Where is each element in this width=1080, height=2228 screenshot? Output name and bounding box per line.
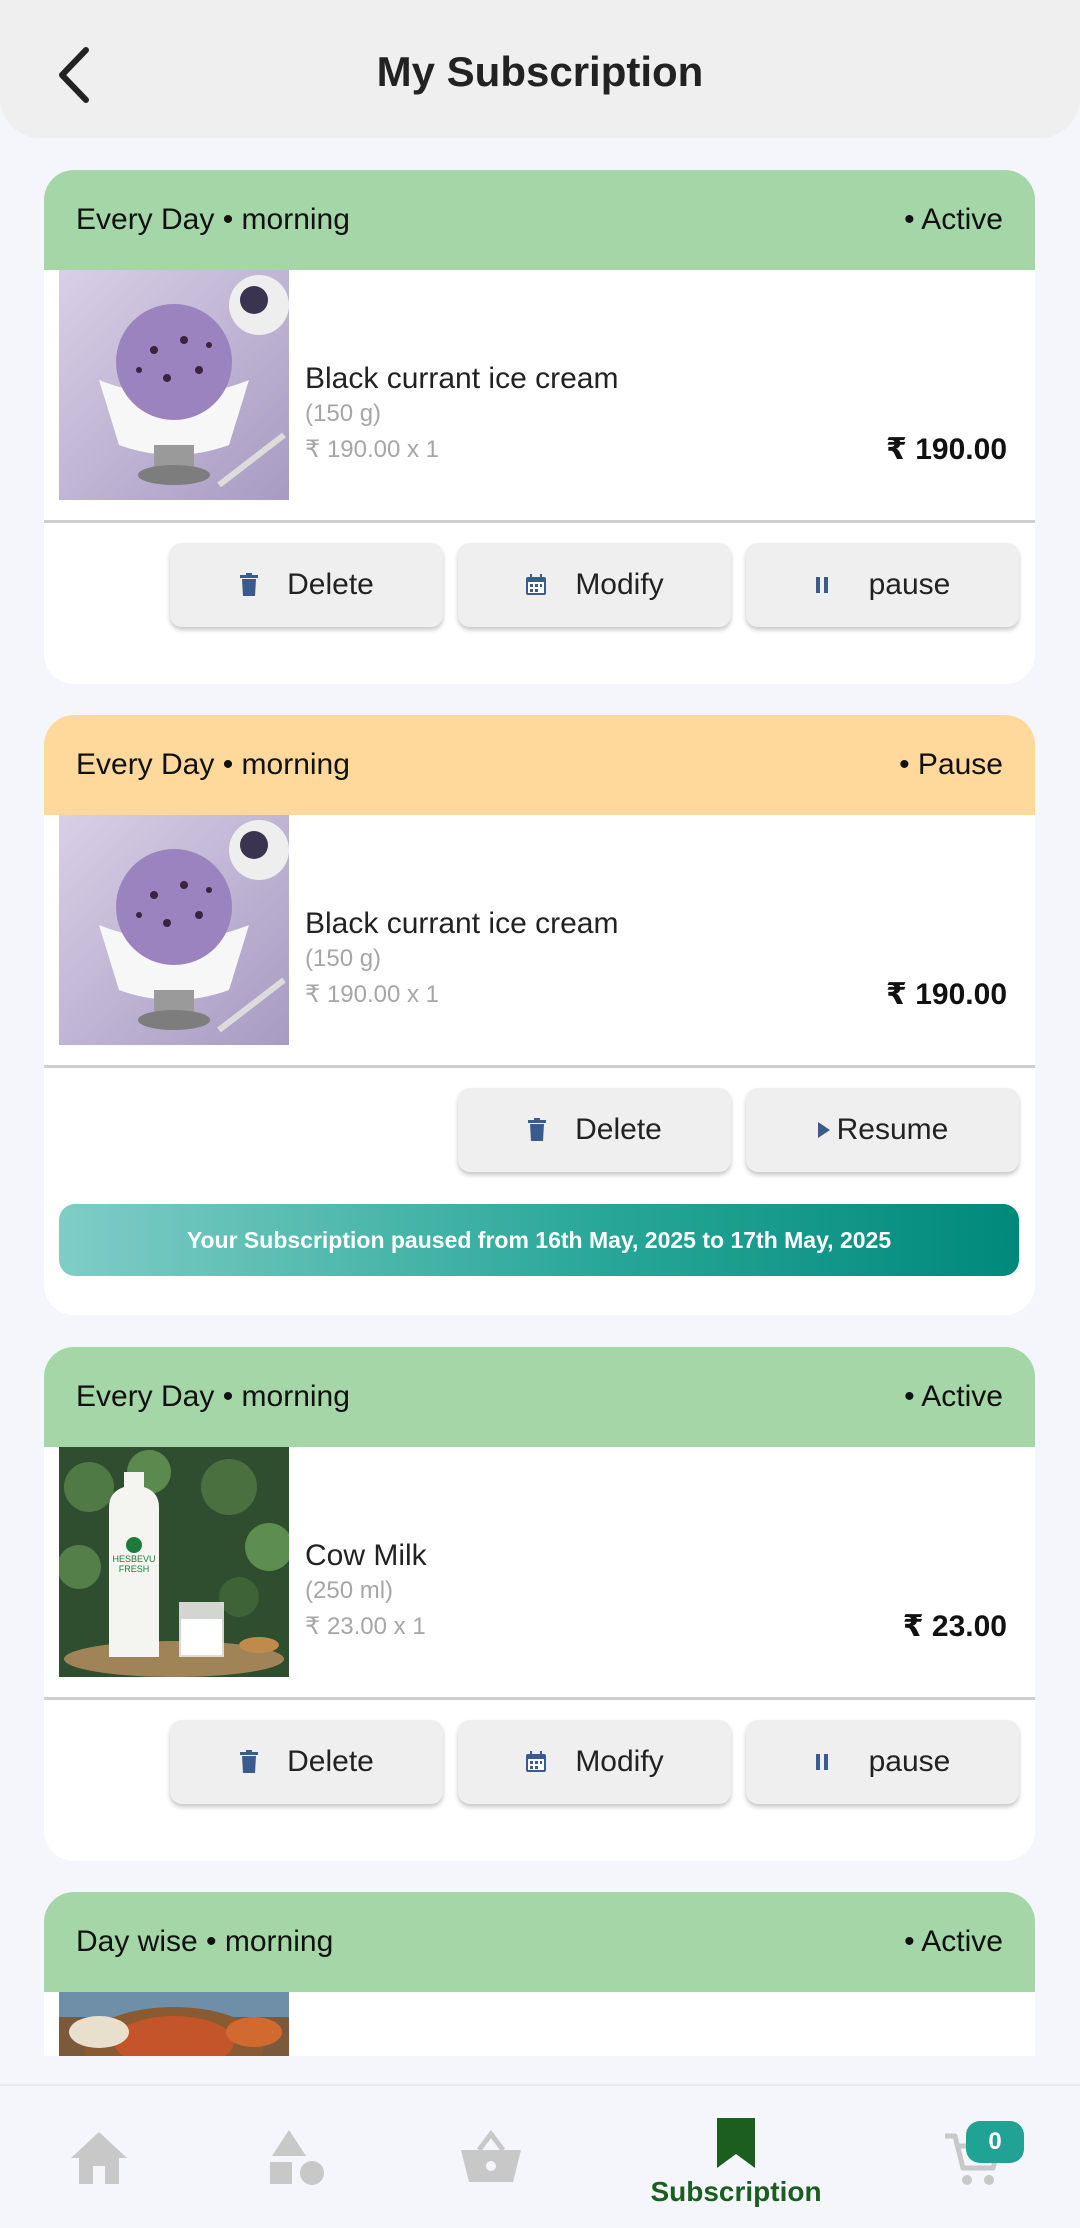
subscription-card: Every Day • morning • Active Black curra… <box>44 170 1035 684</box>
schedule-label: Every Day • morning <box>76 748 350 781</box>
delete-button[interactable]: Delete <box>170 543 443 627</box>
pause-icon <box>815 1753 829 1771</box>
card-header: Every Day • morning • Active <box>44 170 1035 270</box>
schedule-label: Every Day • morning <box>76 203 350 236</box>
delete-button[interactable]: Delete <box>458 1088 731 1172</box>
card-actions: Delete Modify pause <box>44 523 1035 663</box>
app-bar: My Subscription <box>0 0 1080 138</box>
nav-basket[interactable] <box>456 2086 526 2228</box>
bookmark-icon <box>717 2118 755 2168</box>
status-badge: • Active <box>904 1380 1003 1413</box>
product-quantity: (150 g) <box>305 945 382 972</box>
product-name: Cow Milk <box>305 1539 427 1572</box>
svg-text:FRESH: FRESH <box>119 1564 150 1574</box>
trash-icon <box>239 1750 259 1774</box>
calendar-icon <box>525 1751 547 1773</box>
status-badge: • Active <box>904 1925 1003 1958</box>
bottom-nav: Subscription <box>0 2084 1080 2228</box>
product-quantity: (150 g) <box>305 400 382 427</box>
subscription-item: Black currant ice cream (150 g) ₹ 190.00… <box>44 270 1035 500</box>
pause-label: pause <box>868 1745 951 1778</box>
delete-button[interactable]: Delete <box>170 1720 443 1804</box>
modify-label: Modify <box>575 568 664 601</box>
unit-price: ₹ 190.00 x 1 <box>305 981 440 1008</box>
nav-subscription-label: Subscription <box>650 2176 822 2207</box>
subscription-card: Every Day • morning • Active HESBEVU FRE… <box>44 1347 1035 1861</box>
resume-label: Resume <box>836 1113 949 1146</box>
svg-text:HESBEVU: HESBEVU <box>112 1554 155 1564</box>
nav-home[interactable] <box>62 2086 136 2228</box>
subscription-item: HESBEVU FRESH Cow Milk (250 ml) ₹ 23.00 … <box>44 1447 1035 1677</box>
cart-count-badge: 0 <box>966 2121 1024 2163</box>
trash-icon <box>239 573 259 597</box>
card-header: Every Day • morning • Pause <box>44 715 1035 815</box>
product-image: HESBEVU FRESH <box>59 1447 289 1677</box>
modify-button[interactable]: Modify <box>458 543 731 627</box>
schedule-label: Day wise • morning <box>76 1925 334 1958</box>
home-icon <box>71 2132 127 2184</box>
total-price: ₹ 23.00 <box>902 1610 1007 1643</box>
basket-icon <box>461 2130 521 2182</box>
calendar-icon <box>525 574 547 596</box>
status-badge: • Active <box>904 203 1003 236</box>
delete-label: Delete <box>287 1745 374 1778</box>
pause-info-banner: Your Subscription paused from 16th May, … <box>59 1204 1019 1276</box>
unit-price: ₹ 190.00 x 1 <box>305 436 440 463</box>
play-icon <box>817 1121 831 1139</box>
trash-icon <box>527 1118 547 1142</box>
pause-button[interactable]: pause <box>746 543 1019 627</box>
product-name: Black currant ice cream <box>305 907 619 940</box>
product-image <box>59 1992 289 2056</box>
card-actions: Delete Modify pause <box>44 1700 1035 1840</box>
nav-subscription[interactable]: Subscription <box>636 2086 836 2228</box>
page-title: My Subscription <box>376 48 704 95</box>
subscription-list[interactable]: Every Day • morning • Active Black curra… <box>0 138 1080 2056</box>
pause-icon <box>815 576 829 594</box>
card-actions: Delete Resume Your Subscription paused f… <box>44 1068 1035 1315</box>
categories-icon <box>270 2130 324 2185</box>
product-name: Black currant ice cream <box>305 362 619 395</box>
status-badge: • Pause <box>899 748 1003 781</box>
subscription-card: Every Day • morning • Pause Black curran… <box>44 715 1035 1315</box>
total-price: ₹ 190.00 <box>886 978 1007 1011</box>
unit-price: ₹ 23.00 x 1 <box>305 1613 426 1640</box>
resume-button[interactable]: Resume <box>746 1088 1019 1172</box>
modify-button[interactable]: Modify <box>458 1720 731 1804</box>
total-price: ₹ 190.00 <box>886 433 1007 466</box>
delete-label: Delete <box>287 568 374 601</box>
schedule-label: Every Day • morning <box>76 1380 350 1413</box>
modify-label: Modify <box>575 1745 664 1778</box>
card-header: Every Day • morning • Active <box>44 1347 1035 1447</box>
subscription-item <box>44 1992 1035 2056</box>
delete-label: Delete <box>575 1113 662 1146</box>
pause-button[interactable]: pause <box>746 1720 1019 1804</box>
pause-label: pause <box>868 568 951 601</box>
product-image <box>59 270 289 500</box>
product-quantity: (250 ml) <box>305 1577 394 1604</box>
subscription-item: Black currant ice cream (150 g) ₹ 190.00… <box>44 815 1035 1045</box>
nav-categories[interactable] <box>262 2086 332 2228</box>
product-image <box>59 815 289 1045</box>
card-header: Day wise • morning • Active <box>44 1892 1035 1992</box>
subscription-card: Day wise • morning • Active <box>44 1892 1035 2056</box>
